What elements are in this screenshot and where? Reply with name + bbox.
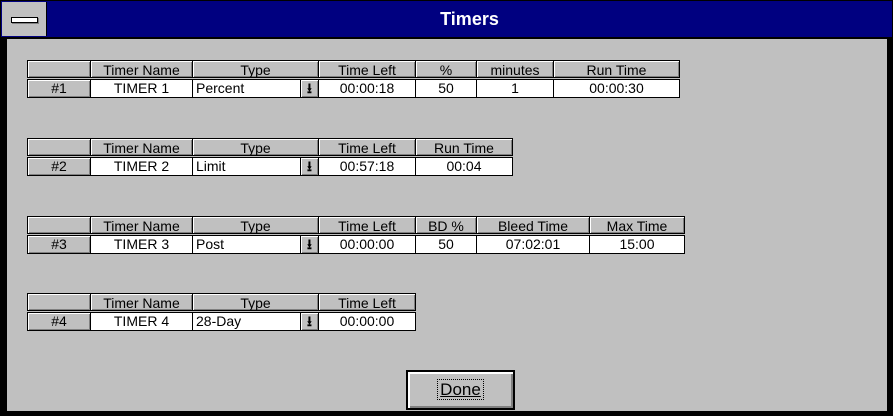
- col-header-timer-name: Timer Name: [90, 138, 193, 156]
- col-header-time-left: Time Left: [318, 293, 416, 311]
- time-left-cell[interactable]: 00:00:00: [318, 312, 416, 331]
- row-button-1[interactable]: #1: [27, 79, 91, 98]
- client-area: Timer Name Type Time Left % minutes Run …: [7, 39, 887, 411]
- title-bar: Timers: [1, 1, 892, 38]
- arrow-down-icon[interactable]: ⭳: [300, 158, 318, 175]
- col-header-run-time: Run Time: [553, 60, 680, 78]
- col-header-type: Type: [192, 293, 319, 311]
- timer-name-cell[interactable]: TIMER 3: [90, 235, 193, 254]
- type-value: Percent: [196, 80, 245, 96]
- col-header-type: Type: [192, 216, 319, 234]
- timers-window: Timers Timer Name Type Time Left % minut…: [0, 0, 893, 416]
- col-header-run-time: Run Time: [415, 138, 513, 156]
- minutes-cell[interactable]: 1: [476, 79, 554, 98]
- col-header-type: Type: [192, 60, 319, 78]
- run-time-cell[interactable]: 00:00:30: [553, 79, 680, 98]
- col-header-time-left: Time Left: [318, 216, 416, 234]
- bleed-time-cell[interactable]: 07:02:01: [476, 235, 590, 254]
- arrow-down-icon[interactable]: ⭳: [300, 313, 318, 330]
- done-button[interactable]: Done: [406, 370, 515, 410]
- col-header-percent: %: [415, 60, 477, 78]
- timer-name-cell[interactable]: TIMER 2: [90, 157, 193, 176]
- window-title: Timers: [440, 9, 499, 29]
- type-dropdown[interactable]: Limit ⭳: [192, 157, 319, 176]
- row-header-corner: [27, 216, 91, 234]
- done-label: Done: [437, 379, 484, 400]
- arrow-down-icon[interactable]: ⭳: [300, 236, 318, 253]
- col-header-timer-name: Timer Name: [90, 293, 193, 311]
- timer-name-cell[interactable]: TIMER 4: [90, 312, 193, 331]
- type-value: Post: [196, 236, 225, 252]
- percent-cell[interactable]: 50: [415, 79, 477, 98]
- row-header-corner: [27, 138, 91, 156]
- type-dropdown[interactable]: 28-Day ⭳: [192, 312, 319, 331]
- col-header-type: Type: [192, 138, 319, 156]
- row-button-3[interactable]: #3: [27, 235, 91, 254]
- max-time-cell[interactable]: 15:00: [589, 235, 685, 254]
- system-menu-button[interactable]: [2, 2, 47, 36]
- col-header-bleed-time: Bleed Time: [476, 216, 590, 234]
- bd-percent-cell[interactable]: 50: [415, 235, 477, 254]
- col-header-minutes: minutes: [476, 60, 554, 78]
- col-header-time-left: Time Left: [318, 138, 416, 156]
- row-header-corner: [27, 293, 91, 311]
- timer-name-cell[interactable]: TIMER 1: [90, 79, 193, 98]
- time-left-cell[interactable]: 00:57:18: [318, 157, 416, 176]
- row-button-2[interactable]: #2: [27, 157, 91, 176]
- system-menu-icon: [11, 17, 38, 23]
- type-value: Limit: [196, 158, 226, 174]
- type-value: 28-Day: [196, 313, 242, 329]
- time-left-cell[interactable]: 00:00:18: [318, 79, 416, 98]
- row-header-corner: [27, 60, 91, 78]
- run-time-cell[interactable]: 00:04: [415, 157, 513, 176]
- col-header-timer-name: Timer Name: [90, 60, 193, 78]
- time-left-cell[interactable]: 00:00:00: [318, 235, 416, 254]
- col-header-max-time: Max Time: [589, 216, 685, 234]
- arrow-down-icon[interactable]: ⭳: [300, 80, 318, 97]
- type-dropdown[interactable]: Percent ⭳: [192, 79, 319, 98]
- col-header-bd-percent: BD %: [415, 216, 477, 234]
- col-header-time-left: Time Left: [318, 60, 416, 78]
- col-header-timer-name: Timer Name: [90, 216, 193, 234]
- type-dropdown[interactable]: Post ⭳: [192, 235, 319, 254]
- row-button-4[interactable]: #4: [27, 312, 91, 331]
